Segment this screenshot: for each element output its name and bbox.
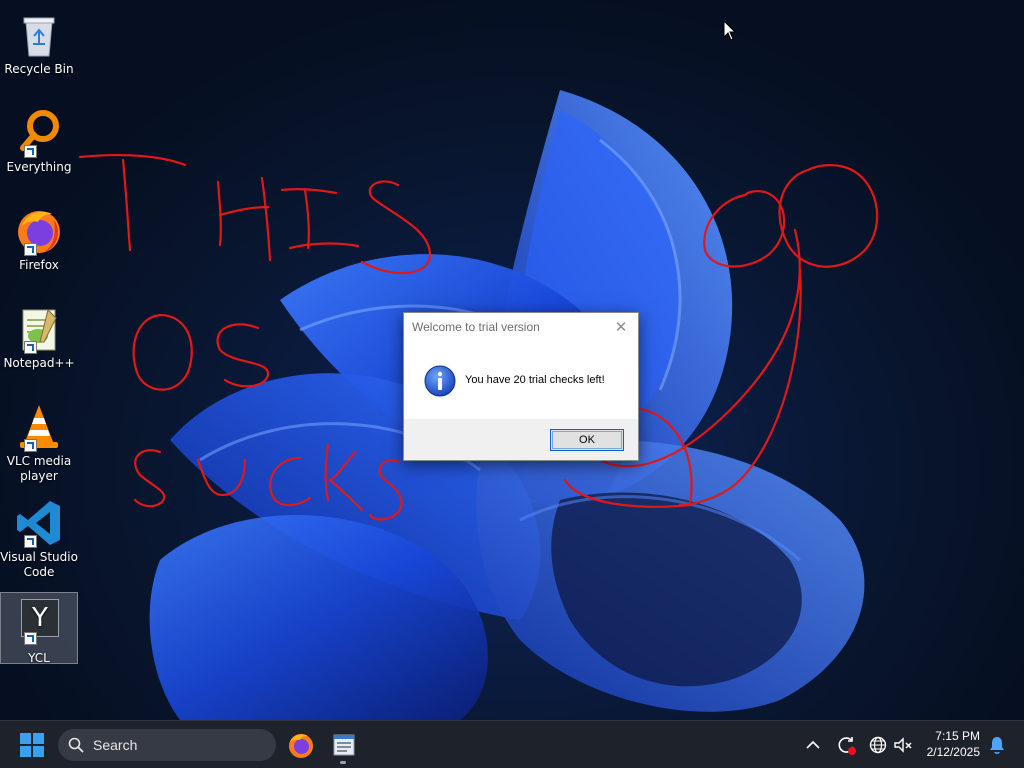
desktop-icon-label: VLC media player — [6, 454, 72, 483]
clock-date: 2/12/2025 — [926, 745, 980, 759]
desktop-icon-notepad-plus-plus[interactable]: Notepad++ — [0, 300, 78, 380]
desktop-icon-recycle-bin[interactable]: Recycle Bin — [0, 6, 78, 86]
recycle-bin-icon — [14, 10, 64, 60]
ycl-icon: Y — [14, 599, 64, 649]
windows-logo-icon — [20, 733, 44, 757]
search-label: Search — [93, 737, 138, 753]
sync-status-button[interactable] — [834, 733, 858, 757]
dialog-title: Welcome to trial version — [412, 320, 540, 334]
taskbar-search-box[interactable]: Search — [58, 729, 276, 761]
desktop-icon-vscode[interactable]: Visual Studio Code — [0, 494, 78, 582]
info-icon — [424, 365, 456, 397]
dialog-footer: OK — [404, 419, 638, 460]
close-button[interactable]: ✕ — [610, 317, 632, 337]
network-icon — [869, 736, 887, 754]
volume-button[interactable] — [891, 733, 915, 757]
vlc-icon — [14, 402, 64, 452]
shortcut-arrow-icon — [24, 243, 37, 256]
bell-icon — [990, 737, 1004, 754]
dialog-message: You have 20 trial checks left! — [465, 374, 605, 386]
desktop-icon-vlc[interactable]: VLC media player — [0, 398, 78, 486]
shortcut-arrow-icon — [24, 145, 37, 158]
taskbar: Search 7:15 PM 2/12/2025 — [0, 720, 1024, 768]
trial-dialog: Welcome to trial version ✕ You have 20 t… — [403, 312, 639, 461]
firefox-icon — [14, 206, 64, 256]
notepad-icon — [333, 734, 355, 756]
vscode-icon — [14, 498, 64, 548]
dialog-body: You have 20 trial checks left! — [404, 341, 638, 419]
notepad-plus-plus-icon — [14, 304, 64, 354]
desktop-icon-everything[interactable]: Everything — [0, 104, 78, 184]
desktop-icon-label: YCL — [28, 651, 50, 665]
start-button[interactable] — [20, 733, 44, 757]
shortcut-arrow-icon — [24, 535, 37, 548]
desktop-icon-firefox[interactable]: Firefox — [0, 202, 78, 282]
shortcut-arrow-icon — [24, 341, 37, 354]
active-app-indicator — [340, 761, 346, 764]
notifications-button[interactable] — [985, 733, 1009, 757]
mouse-cursor-icon — [723, 19, 737, 46]
everything-search-icon — [14, 108, 64, 158]
taskbar-notepad[interactable] — [328, 729, 360, 761]
shortcut-arrow-icon — [24, 439, 37, 452]
desktop-icon-label: Everything — [6, 160, 72, 174]
ok-button[interactable]: OK — [550, 429, 624, 451]
taskbar-firefox[interactable] — [285, 729, 317, 761]
desktop-icon-label: Firefox — [19, 258, 59, 272]
desktop-icon-label: Recycle Bin — [4, 62, 74, 76]
network-button[interactable] — [866, 733, 890, 757]
desktop-icon-label: Visual Studio Code — [0, 550, 78, 579]
chevron-up-icon — [806, 740, 820, 749]
firefox-icon — [289, 734, 313, 758]
dialog-titlebar[interactable]: Welcome to trial version ✕ — [404, 313, 638, 341]
clock-time: 7:15 PM — [935, 729, 980, 743]
show-hidden-icons-button[interactable] — [801, 733, 825, 757]
shortcut-arrow-icon — [24, 632, 37, 645]
volume-muted-icon — [894, 737, 912, 753]
desktop-icon-label: Notepad++ — [3, 356, 75, 370]
sync-icon — [838, 737, 856, 755]
system-clock[interactable]: 7:15 PM 2/12/2025 — [927, 728, 980, 760]
search-icon — [68, 737, 84, 753]
desktop-icon-ycl[interactable]: Y YCL — [0, 592, 78, 665]
